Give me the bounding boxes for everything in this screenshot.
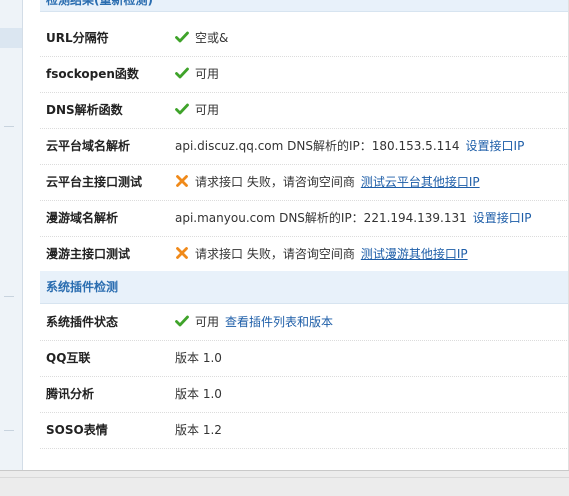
row-value: 版本 1.0 <box>175 341 222 376</box>
sidebar-divider <box>4 296 14 297</box>
row-value-text: 可用 <box>195 67 220 81</box>
check-icon <box>175 103 195 117</box>
row-value-text: 空或& <box>195 31 229 45</box>
row-label: 云平台主接口测试 <box>46 175 143 189</box>
result-row: 腾讯分析 版本 1.0 <box>40 377 569 413</box>
sidebar-divider <box>4 430 14 431</box>
row-label: fsockopen函数 <box>46 67 139 81</box>
row-value-text: 可用 <box>195 315 220 329</box>
result-row: SOSO表情 版本 1.2 <box>40 413 569 449</box>
row-value-text: 请求接口 失败，请咨询空间商 <box>195 175 355 189</box>
result-row: 漫游主接口测试 请求接口 失败，请咨询空间商 测试漫游其他接口IP <box>40 237 569 273</box>
row-label: 系统插件状态 <box>46 315 119 329</box>
result-row: 云平台主接口测试 请求接口 失败，请咨询空间商 测试云平台其他接口IP <box>40 165 569 201</box>
result-row: 云平台域名解析 api.discuz.qq.com DNS解析的IP：180.15… <box>40 129 569 165</box>
row-value-text: 版本 1.0 <box>175 387 222 401</box>
row-action-link[interactable]: 设置接口IP <box>466 139 525 153</box>
section-header-plugins: 系统插件检测 <box>40 271 569 304</box>
row-value-text: api.manyou.com DNS解析的IP：221.194.139.131 <box>175 211 467 225</box>
row-value: 版本 1.2 <box>175 413 222 448</box>
row-label: 腾讯分析 <box>46 387 95 401</box>
row-label: 漫游主接口测试 <box>46 247 131 261</box>
row-value-text: 版本 1.2 <box>175 423 222 437</box>
row-label: URL分隔符 <box>46 31 109 45</box>
horizontal-scrollbar[interactable] <box>0 470 569 496</box>
row-value-text: api.discuz.qq.com DNS解析的IP：180.153.5.114 <box>175 139 460 153</box>
check-icon <box>175 67 195 81</box>
left-sidebar-strip <box>0 0 23 470</box>
sidebar-divider <box>4 126 14 127</box>
row-value: api.discuz.qq.com DNS解析的IP：180.153.5.114… <box>175 129 524 164</box>
row-value: 版本 1.0 <box>175 377 222 412</box>
row-label: SOSO表情 <box>46 423 108 437</box>
row-action-link[interactable]: 设置接口IP <box>473 211 532 225</box>
row-action-link[interactable]: 测试云平台其他接口IP <box>361 175 480 189</box>
row-label: 云平台域名解析 <box>46 139 131 153</box>
result-row: URL分隔符 空或& <box>40 21 569 57</box>
section-header-results[interactable]: 检测结果(重新检测) <box>40 0 569 12</box>
result-row: QQ互联 版本 1.0 <box>40 341 569 377</box>
row-action-link[interactable]: 查看插件列表和版本 <box>225 315 333 329</box>
row-value: 请求接口 失败，请咨询空间商 测试云平台其他接口IP <box>175 165 480 200</box>
cross-icon <box>175 175 195 189</box>
row-value: api.manyou.com DNS解析的IP：221.194.139.131 设… <box>175 201 532 236</box>
row-value: 可用 <box>175 93 219 128</box>
row-value-text: 请求接口 失败，请咨询空间商 <box>195 247 355 261</box>
row-value: 请求接口 失败，请咨询空间商 测试漫游其他接口IP <box>175 237 468 272</box>
sidebar-selected-item[interactable] <box>0 28 22 48</box>
cross-icon <box>175 247 195 261</box>
row-value: 可用 <box>175 57 219 92</box>
row-label: 漫游域名解析 <box>46 211 119 225</box>
result-row: DNS解析函数 可用 <box>40 93 569 129</box>
row-action-link[interactable]: 测试漫游其他接口IP <box>361 247 468 261</box>
row-label: QQ互联 <box>46 351 91 365</box>
row-value-text: 可用 <box>195 103 220 117</box>
row-value: 空或& <box>175 21 228 56</box>
result-row: fsockopen函数 可用 <box>40 57 569 93</box>
row-value-text: 版本 1.0 <box>175 351 222 365</box>
check-icon <box>175 31 195 45</box>
row-label: DNS解析函数 <box>46 103 123 117</box>
check-icon <box>175 315 195 329</box>
row-value: 可用 查看插件列表和版本 <box>175 305 333 340</box>
check-results-panel: 检测结果(重新检测) URL分隔符 空或& fsockopen函数 可用 DNS解析函数… <box>40 0 569 470</box>
result-row: 系统插件状态 可用 查看插件列表和版本 <box>40 305 569 341</box>
scrollbar-track <box>0 477 569 478</box>
result-row: 漫游域名解析 api.manyou.com DNS解析的IP：221.194.13… <box>40 201 569 237</box>
